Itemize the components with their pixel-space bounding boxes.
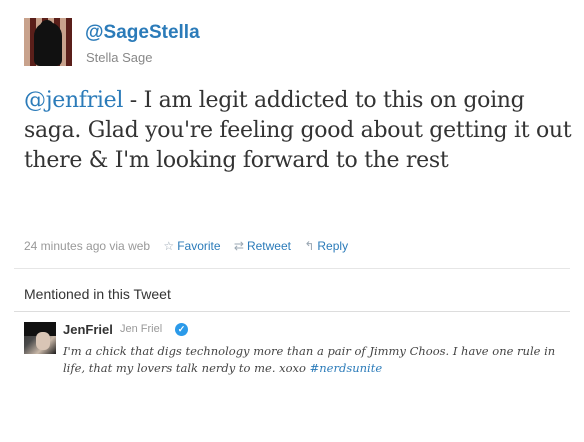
star-icon: ☆ (163, 239, 175, 253)
avatar-silhouette (34, 22, 62, 66)
tweet-text: @jenfriel - I am legit addicted to this … (24, 86, 576, 176)
author-screen-name-link[interactable]: @SageStella (85, 22, 200, 44)
mentioned-user-avatar[interactable] (24, 322, 56, 354)
avatar-face (36, 332, 50, 350)
favorite-button[interactable]: ☆ Favorite (163, 239, 220, 253)
author-full-name: Stella Sage (86, 50, 153, 65)
favorite-label: Favorite (177, 239, 221, 253)
reply-button[interactable]: ↰ Reply (304, 239, 348, 253)
reply-icon: ↰ (304, 239, 315, 253)
verified-badge-icon: ✓ (175, 323, 188, 336)
tweet-meta-bar: 24 minutes ago via web ☆ Favorite ⇄ Retwee… (24, 239, 348, 253)
mentioned-section-title: Mentioned in this Tweet (24, 286, 171, 302)
mentioned-user-card: JenFriel Jen Friel ✓ I'm a chick that di… (14, 311, 570, 430)
author-avatar[interactable] (24, 18, 72, 66)
retweet-icon: ⇄ (233, 239, 244, 253)
divider (14, 268, 570, 269)
mentioned-user-bio: I'm a chick that digs technology more th… (63, 343, 563, 377)
mentioned-user-screen-name[interactable]: JenFriel (63, 322, 113, 337)
reply-label: Reply (317, 239, 349, 253)
tweet-timestamp[interactable]: 24 minutes ago via web (24, 239, 150, 253)
retweet-label: Retweet (246, 239, 291, 253)
tweet-card: @SageStella Stella Sage @jenfriel - I am… (0, 0, 584, 442)
bio-hashtag-link[interactable]: #nerdsunite (310, 361, 383, 375)
retweet-button[interactable]: ⇄ Retweet (234, 239, 291, 253)
mentioned-user-full-name: Jen Friel (120, 323, 163, 335)
tweet-mention-link[interactable]: @jenfriel (24, 88, 123, 113)
